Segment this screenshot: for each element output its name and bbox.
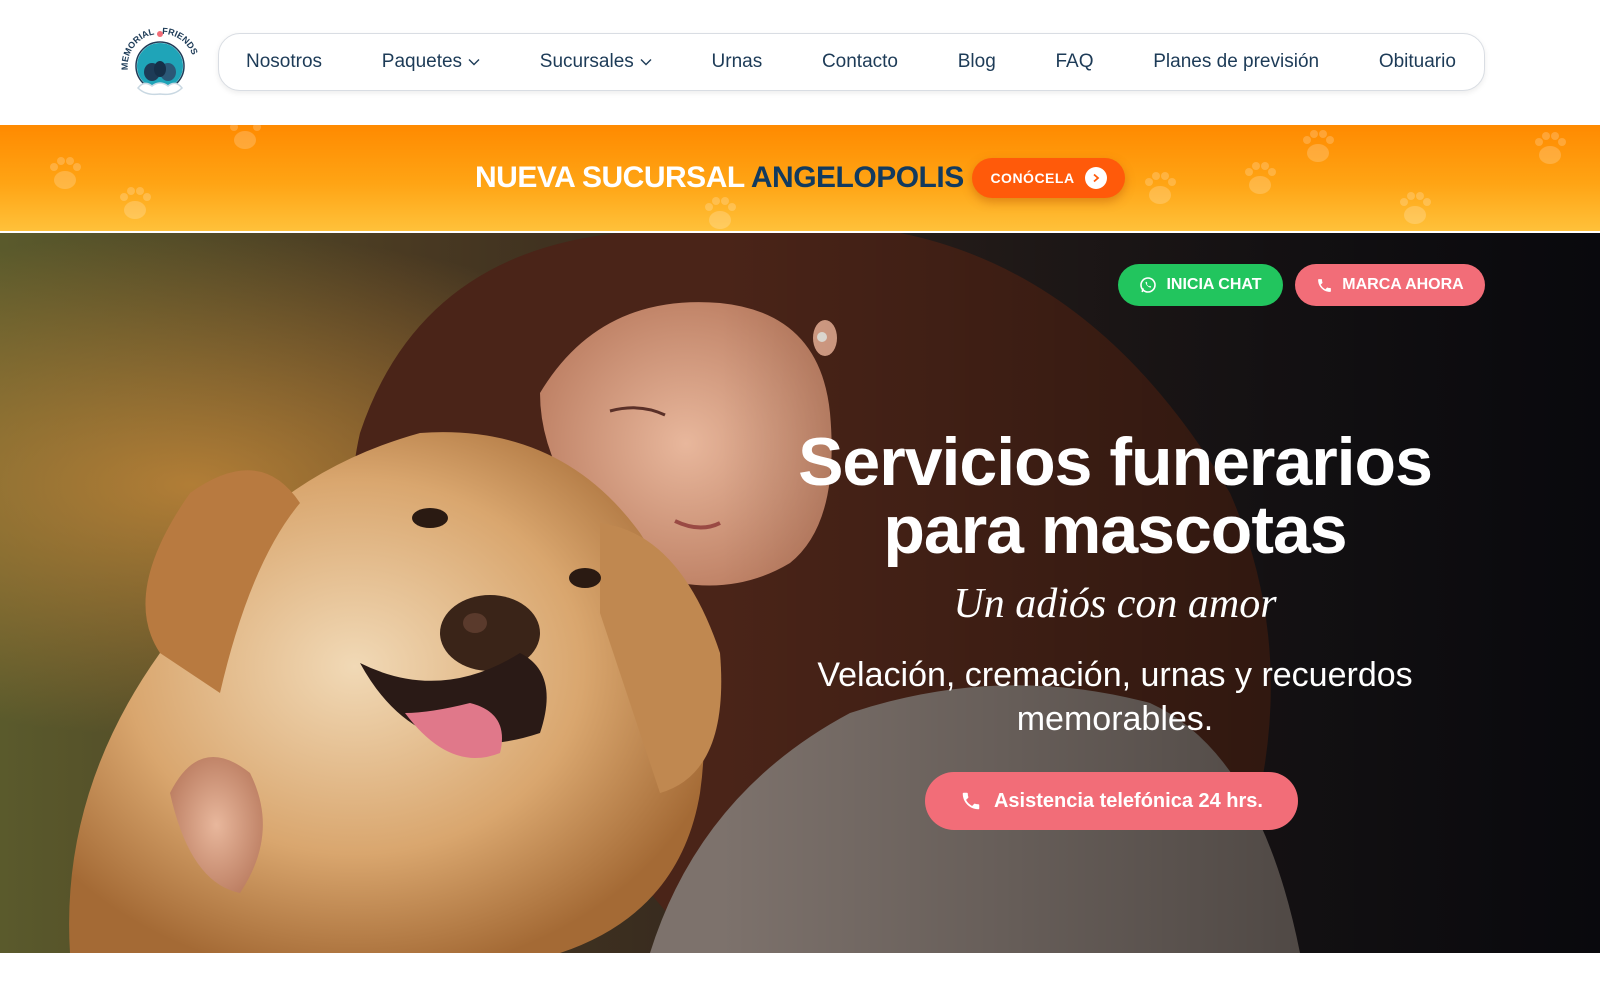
- nav-label: Nosotros: [246, 51, 323, 72]
- site-header: MEMORIAL FRIENDS Nosotros Paquetes Sucur…: [0, 0, 1600, 125]
- brand-logo[interactable]: MEMORIAL FRIENDS: [118, 22, 202, 102]
- nav-label: Sucursales: [539, 51, 634, 72]
- nav-item-nosotros[interactable]: Nosotros: [246, 51, 322, 73]
- nav-item-planes-de-prevision[interactable]: Planes de previsión: [1153, 51, 1319, 73]
- nav-item-paquetes[interactable]: Paquetes: [382, 51, 480, 73]
- nav-item-obituario[interactable]: Obituario: [1379, 51, 1456, 73]
- promo-headline: NUEVA SUCURSAL ANGELOPOLIS: [475, 161, 964, 195]
- marca-ahora-label: MARCA AHORA: [1342, 276, 1464, 293]
- nav-label: Contacto: [821, 51, 898, 72]
- main-nav: Nosotros Paquetes Sucursales Urnas Conta…: [218, 33, 1485, 91]
- nav-item-urnas[interactable]: Urnas: [712, 51, 763, 73]
- chevron-down-icon: [640, 59, 652, 66]
- nav-item-blog[interactable]: Blog: [958, 51, 996, 73]
- hero-section: INICIA CHAT MARCA AHORA Servicios funera…: [0, 233, 1600, 953]
- hero-description-line-1: Velación, cremación, urnas y recuerdos: [817, 656, 1413, 694]
- nav-label: Blog: [957, 51, 996, 72]
- nav-label: FAQ: [1055, 51, 1094, 72]
- nav-label: Obituario: [1378, 51, 1456, 72]
- whatsapp-icon: [1140, 277, 1157, 293]
- phone-icon: [1318, 278, 1332, 292]
- nav-label: Planes de previsión: [1153, 51, 1320, 72]
- nav-item-contacto[interactable]: Contacto: [822, 51, 898, 73]
- conocela-button[interactable]: CONÓCELA: [972, 158, 1125, 198]
- hero-description-line-2: memorables.: [1016, 700, 1214, 738]
- hero-title-line-2: para mascotas: [883, 492, 1347, 568]
- nav-label: Urnas: [711, 51, 763, 72]
- nav-label: Paquetes: [381, 51, 463, 72]
- promo-text-blue: ANGELOPOLIS: [750, 161, 964, 194]
- chevron-down-icon: [468, 59, 480, 66]
- marca-ahora-button[interactable]: MARCA AHORA: [1295, 264, 1485, 306]
- hero-title: Servicios funerarios para mascotas: [760, 428, 1470, 564]
- memorial-friends-logo-icon: MEMORIAL FRIENDS: [120, 26, 200, 96]
- conocela-label: CONÓCELA: [990, 170, 1075, 186]
- hero-subtitle: Un adiós con amor: [953, 581, 1277, 627]
- asistencia-telefonica-label: Asistencia telefónica 24 hrs.: [993, 789, 1263, 812]
- asistencia-telefonica-button[interactable]: Asistencia telefónica 24 hrs.: [925, 772, 1298, 830]
- hero-description: Velación, cremación, urnas y recuerdos m…: [760, 653, 1470, 741]
- inicia-chat-label: INICIA CHAT: [1166, 276, 1262, 293]
- phone-icon: [962, 792, 980, 810]
- nav-item-sucursales[interactable]: Sucursales: [540, 51, 652, 73]
- hero-title-line-1: Servicios funerarios: [798, 424, 1433, 500]
- nav-item-faq[interactable]: FAQ: [1056, 51, 1094, 73]
- inicia-chat-button[interactable]: INICIA CHAT: [1118, 264, 1283, 306]
- promo-text-white: NUEVA SUCURSAL: [475, 161, 745, 194]
- promo-banner[interactable]: NUEVA SUCURSAL ANGELOPOLIS CONÓCELA: [0, 125, 1600, 232]
- chevron-right-icon: [1084, 167, 1107, 189]
